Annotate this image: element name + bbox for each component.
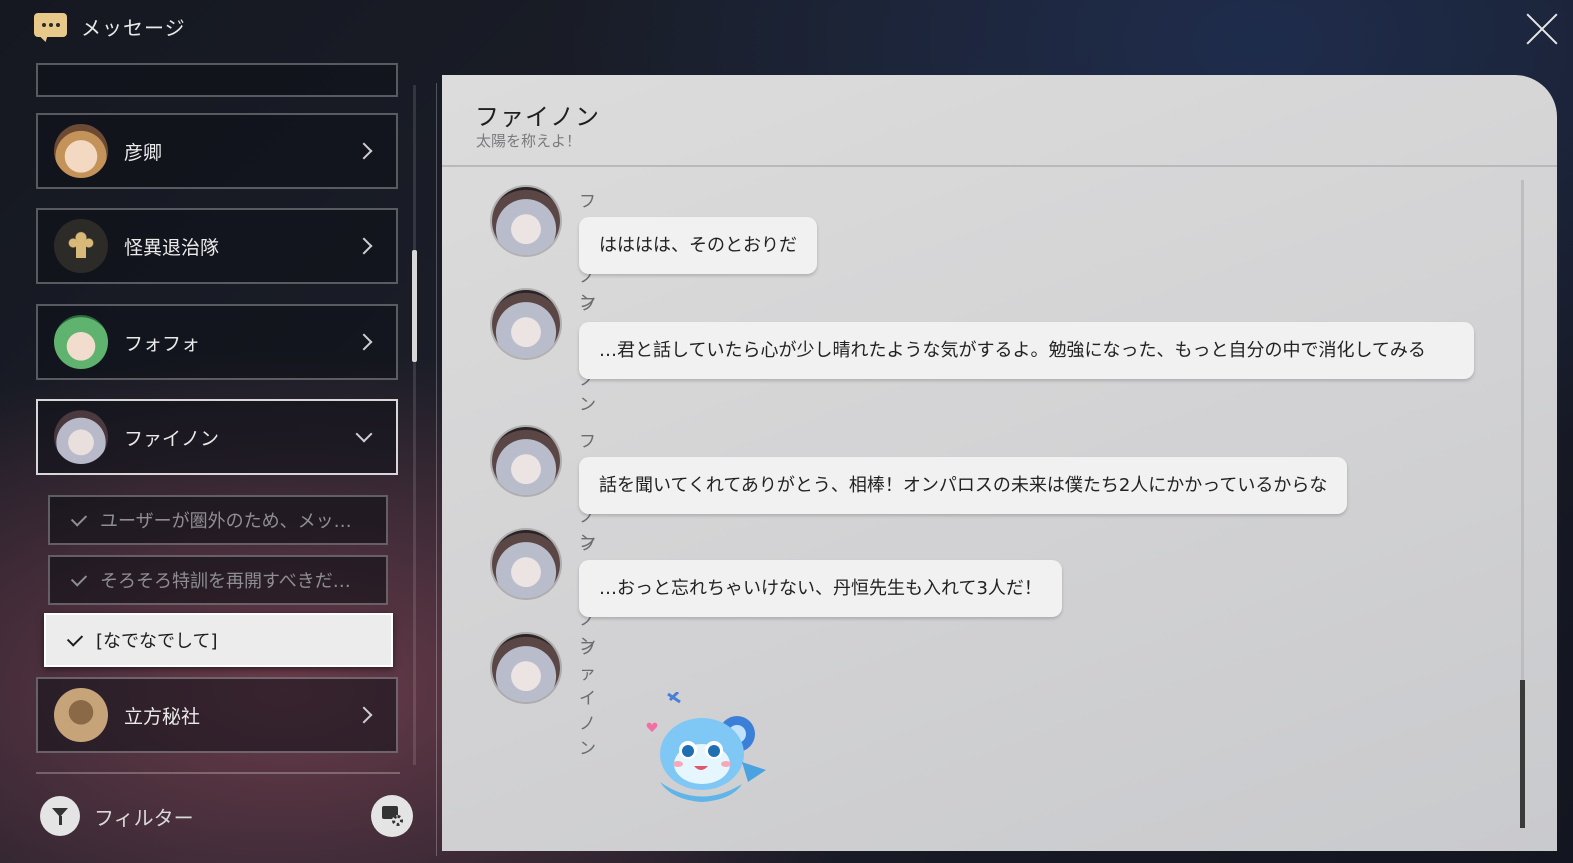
scrollbar-thumb[interactable] <box>1520 680 1525 828</box>
check-icon <box>70 509 88 527</box>
sidebar-scrollbar[interactable] <box>412 85 417 765</box>
contact-name: 立方秘社 <box>124 705 201 728</box>
thread-item-selected[interactable]: [なでなでして] <box>44 613 393 667</box>
avatar <box>54 315 108 369</box>
chevron-right-icon <box>355 333 373 351</box>
avatar <box>54 219 108 273</box>
divider <box>36 772 400 774</box>
contact-name: 怪異退治隊 <box>124 236 220 259</box>
chevron-down-icon <box>355 425 373 443</box>
gear-icon <box>392 815 403 826</box>
contact-item-phainon[interactable]: ファイノン <box>36 399 398 475</box>
message-icon <box>34 12 67 42</box>
sender-name: ファイノン <box>579 639 596 759</box>
contact-item-monster-squad[interactable]: 怪異退治隊 <box>36 208 398 284</box>
chevron-right-icon <box>355 237 373 255</box>
sender-avatar[interactable] <box>492 427 560 495</box>
thread-item[interactable]: そろそろ特訓を再開すべきだ… <box>48 555 388 605</box>
avatar <box>54 410 108 464</box>
app-header: メッセージ <box>34 12 186 42</box>
contact-name: 彦卿 <box>124 141 163 164</box>
filter-button[interactable]: フィルター <box>40 796 194 836</box>
sender-avatar[interactable] <box>492 634 560 702</box>
contact-sidebar: 彦卿 怪異退治隊 フォフォ ファイノン ユーザーが圏外のため、メッ… そろそろ特… <box>0 63 430 863</box>
chat-subtitle: 太陽を称えよ！ <box>476 132 582 150</box>
scrollbar-thumb[interactable] <box>412 250 417 362</box>
contact-item-partial[interactable] <box>36 63 398 97</box>
contact-name: ファイノン <box>124 427 220 450</box>
chevron-right-icon <box>355 706 373 724</box>
chat-title: ファイノン <box>475 103 600 131</box>
thread-item[interactable]: ユーザーが圏外のため、メッ… <box>48 495 388 545</box>
contact-item-cube-society[interactable]: 立方秘社 <box>36 677 398 753</box>
close-icon[interactable] <box>1525 12 1559 46</box>
sender-avatar[interactable] <box>492 290 560 358</box>
page-title: メッセージ <box>81 16 186 40</box>
avatar <box>54 124 108 178</box>
chat-header: ファイノン 太陽を称えよ！ <box>442 75 1557 167</box>
sender-avatar[interactable] <box>492 187 560 255</box>
message-bubble: はははは、そのとおりだ <box>579 217 817 274</box>
filter-icon <box>40 796 80 836</box>
contact-name: フォフォ <box>124 332 201 355</box>
thread-label: そろそろ特訓を再開すべきだ… <box>100 571 351 592</box>
sender-avatar[interactable] <box>492 530 560 598</box>
thread-label: ユーザーが圏外のため、メッ… <box>100 511 352 532</box>
filter-label: フィルター <box>94 805 194 830</box>
check-icon <box>70 569 88 587</box>
message-bubble: 話を聞いてくれてありがとう、相棒！オンパロスの未来は僕たち2人にかかっているから… <box>579 457 1348 514</box>
thread-label: [なでなでして] <box>96 631 218 652</box>
contact-item-huohuo[interactable]: フォフォ <box>36 304 398 380</box>
message-bubble: …君と話していたら心が少し晴れたような気がするよ。勉強になった、もっと自分の中で… <box>579 322 1474 379</box>
contact-item-yanqing[interactable]: 彦卿 <box>36 113 398 189</box>
message-bubble: …おっと忘れちゃいけない、丹恒先生も入れて3人だ！ <box>579 560 1062 617</box>
chat-scrollbar[interactable] <box>1520 180 1525 828</box>
chat-panel: ファイノン 太陽を称えよ！ ファイノン はははは、そのとおりだ ファイノン …君… <box>442 75 1557 851</box>
check-icon <box>66 629 84 647</box>
message-settings-button[interactable] <box>371 795 413 837</box>
avatar <box>54 688 108 742</box>
blue-creature-sticker-icon <box>646 692 766 802</box>
chevron-right-icon <box>355 142 373 160</box>
